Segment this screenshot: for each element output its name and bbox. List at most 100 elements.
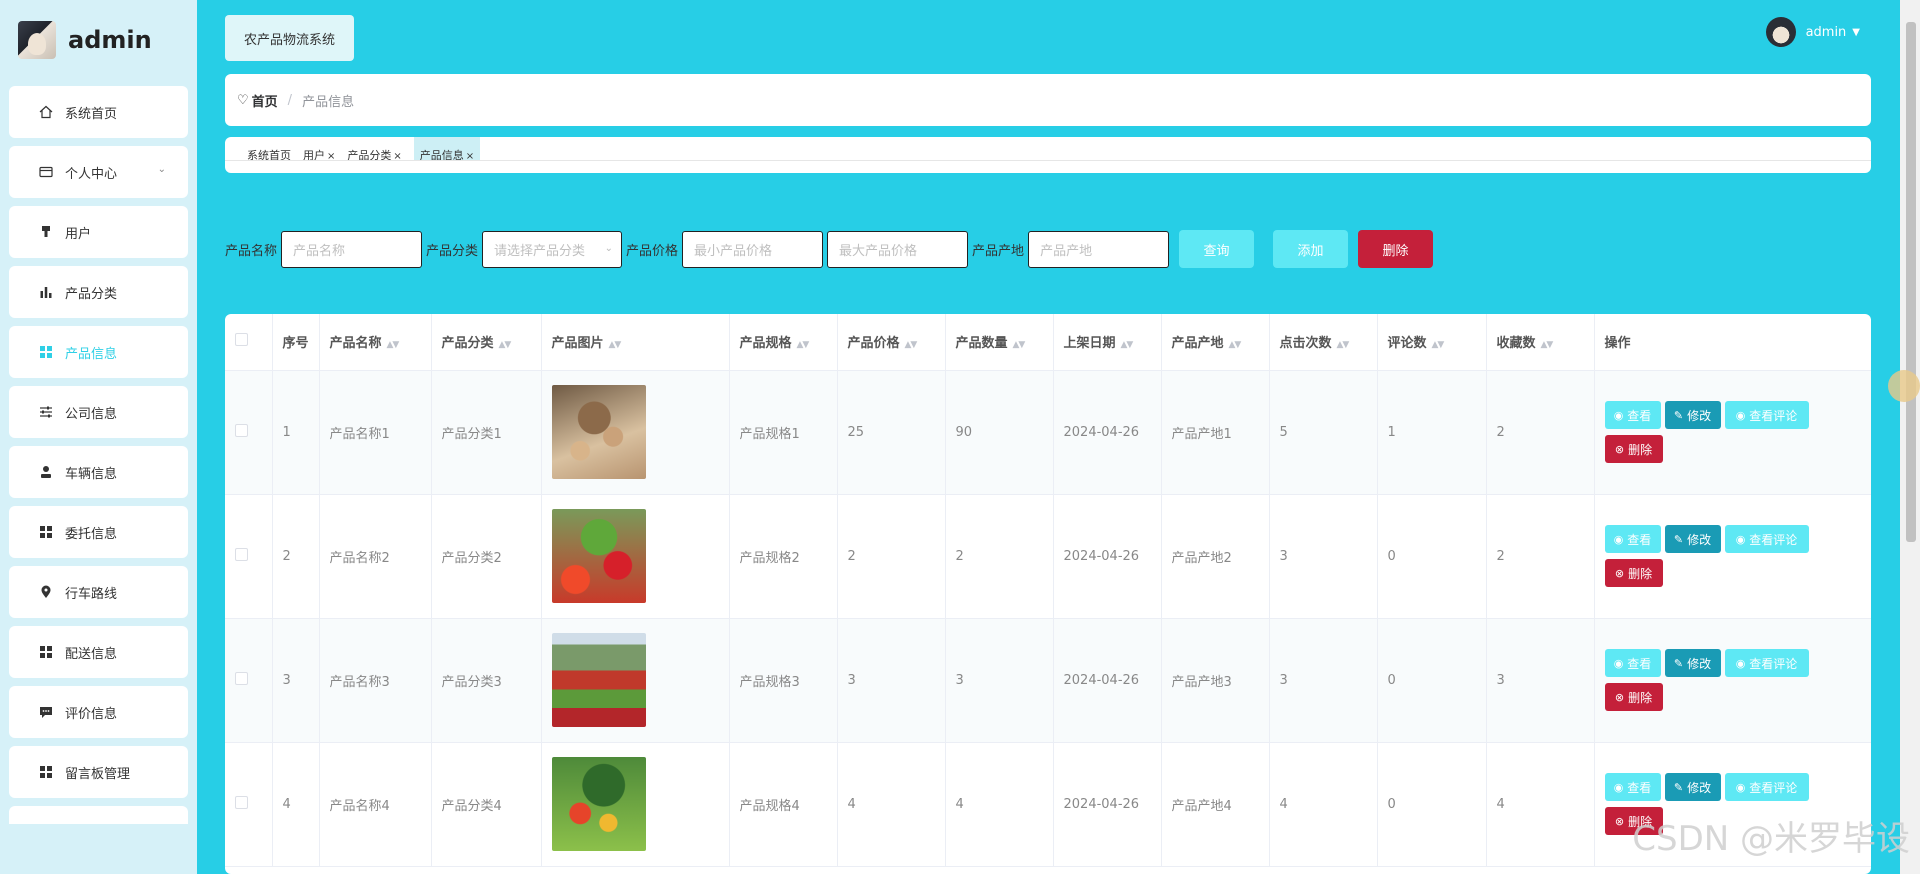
eye-icon: ◉	[1613, 656, 1624, 670]
origin-cell: 产品产地4	[1161, 742, 1270, 867]
sidebar-item-delivery-info[interactable]: 配送信息	[9, 626, 188, 678]
sidebar-item-product-category[interactable]: 产品分类	[9, 266, 188, 318]
delete-button[interactable]: ⊗ 删除	[1604, 683, 1663, 711]
view-comments-button[interactable]: ◉ 查看评论	[1724, 401, 1809, 429]
column-header[interactable]: 收藏数 ▲▼	[1486, 314, 1595, 371]
product-image[interactable]	[551, 633, 646, 727]
row-checkbox[interactable]	[235, 795, 248, 809]
spec-cell: 产品规格2	[729, 494, 838, 619]
edit-button[interactable]: ✎ 修改	[1664, 525, 1721, 553]
sort-icon[interactable]: ▲▼	[797, 340, 810, 350]
sort-icon[interactable]: ▲▼	[609, 340, 622, 350]
tag-user[interactable]: 用户 ×	[297, 137, 341, 161]
sidebar-item-home[interactable]: 系统首页	[9, 86, 188, 138]
page-scrollbar[interactable]	[1900, 0, 1920, 874]
placeholder: 产品产地	[1040, 243, 1093, 259]
view-comments-button[interactable]: ◉ 查看评论	[1724, 773, 1809, 801]
delete-button[interactable]: ⊗ 删除	[1604, 435, 1663, 463]
sort-icon[interactable]: ▲▼	[387, 340, 400, 350]
sidebar-item-product-info[interactable]: 产品信息	[9, 326, 188, 378]
query-button[interactable]: 查询	[1179, 230, 1255, 268]
delete-button[interactable]: ⊗ 删除	[1604, 559, 1663, 587]
breadcrumb: ♡ 首页 / 产品信息	[225, 74, 1871, 126]
sidebar-item-review-info[interactable]: 评价信息	[9, 686, 188, 738]
button-label: 修改	[1687, 780, 1712, 795]
sidebar-item-user[interactable]: 用户	[9, 206, 188, 258]
column-header[interactable]: 评论数 ▲▼	[1377, 314, 1487, 371]
quantity-cell: 90	[945, 370, 1054, 495]
product-image[interactable]	[551, 385, 646, 479]
table-row[interactable]: 1 产品名称1 产品分类1 产品规格1 25 90 2024-04-26 产品产地1 5 1 2 ◉ 查…	[225, 370, 1871, 495]
sort-icon[interactable]: ▲▼	[905, 340, 918, 350]
view-button[interactable]: ◉ 查看	[1604, 773, 1661, 801]
column-header[interactable]: 产品图片 ▲▼	[541, 314, 730, 371]
product-category-select[interactable]: 请选择产品分类 ⌄	[482, 230, 623, 268]
column-header[interactable]: 产品价格 ▲▼	[837, 314, 946, 371]
add-button[interactable]: 添加	[1273, 230, 1349, 268]
batch-delete-button[interactable]: 删除	[1358, 230, 1434, 268]
edit-button[interactable]: ✎ 修改	[1664, 401, 1721, 429]
view-button[interactable]: ◉ 查看	[1604, 525, 1661, 553]
product-price-label: 产品价格	[626, 243, 679, 259]
max-price-input[interactable]: 最大产品价格	[827, 230, 969, 268]
breadcrumb-home[interactable]: 首页	[252, 91, 278, 110]
view-comments-button[interactable]: ◉ 查看评论	[1724, 649, 1809, 677]
column-header[interactable]: 产品产地 ▲▼	[1161, 314, 1270, 371]
column-header[interactable]: 产品名称 ▲▼	[319, 314, 432, 371]
placeholder: 最大产品价格	[839, 243, 918, 259]
min-price-input[interactable]: 最小产品价格	[682, 230, 824, 268]
product-image[interactable]	[551, 509, 646, 603]
index-cell: 4	[272, 742, 320, 867]
sidebar-item-entrust-info[interactable]: 委托信息	[9, 506, 188, 558]
sort-icon[interactable]: ▲▼	[1432, 340, 1445, 350]
table-row[interactable]: 2 产品名称2 产品分类2 产品规格2 2 2 2024-04-26 产品产地2 3 0 2 ◉ 查看 ✎…	[225, 494, 1871, 619]
sidebar-item-label: 行车路线	[65, 586, 118, 602]
sidebar-item-personal-center[interactable]: 个人中心 ⌄	[9, 146, 188, 198]
sort-icon[interactable]: ▲▼	[1013, 340, 1026, 350]
tag-product-category[interactable]: 产品分类 ×	[341, 137, 407, 161]
tag-product-info[interactable]: 产品信息 ×	[413, 137, 481, 161]
sidebar-item-message-board[interactable]: 留言板管理	[9, 746, 188, 798]
edit-button[interactable]: ✎ 修改	[1664, 649, 1721, 677]
product-origin-input[interactable]: 产品产地	[1028, 230, 1170, 268]
spec-cell: 产品规格3	[729, 618, 838, 743]
delete-circle-icon: ⊗	[1614, 814, 1625, 828]
row-checkbox[interactable]	[235, 671, 248, 685]
column-header[interactable]: 点击次数 ▲▼	[1269, 314, 1378, 371]
sort-icon[interactable]: ▲▼	[1337, 340, 1350, 350]
view-comments-button[interactable]: ◉ 查看评论	[1724, 525, 1809, 553]
sort-icon[interactable]: ▲▼	[1121, 340, 1134, 350]
sort-icon[interactable]: ▲▼	[1541, 340, 1554, 350]
table-row[interactable]: 4 产品名称4 产品分类4 产品规格4 4 4 2024-04-26 产品产地4 4 0 4 ◉ 查看 ✎…	[225, 742, 1871, 867]
product-image[interactable]	[551, 757, 646, 851]
row-checkbox[interactable]	[235, 423, 248, 437]
sort-icon[interactable]: ▲▼	[499, 340, 512, 350]
column-header[interactable]: 产品分类 ▲▼	[431, 314, 542, 371]
column-header[interactable]: 产品数量 ▲▼	[945, 314, 1054, 371]
user-menu[interactable]: admin ▼	[1765, 17, 1860, 47]
tag-home[interactable]: 系统首页	[241, 137, 297, 161]
button-label: 删除	[1628, 442, 1653, 457]
quantity-cell: 4	[945, 742, 1054, 867]
select-all-checkbox[interactable]	[235, 333, 248, 347]
edit-button[interactable]: ✎ 修改	[1664, 773, 1721, 801]
sidebar-item-company-info[interactable]: 公司信息	[9, 386, 188, 438]
pencil-icon: ✎	[1673, 780, 1684, 794]
sidebar-item-vehicle-info[interactable]: 车辆信息	[9, 446, 188, 498]
column-header[interactable]: 上架日期 ▲▼	[1053, 314, 1162, 371]
sidebar-item-partial[interactable]	[9, 806, 188, 824]
row-checkbox[interactable]	[235, 547, 248, 561]
favorites-cell: 2	[1486, 370, 1595, 495]
view-button[interactable]: ◉ 查看	[1604, 649, 1661, 677]
button-label: 删除	[1628, 566, 1653, 581]
origin-cell: 产品产地2	[1161, 494, 1270, 619]
sidebar-item-driving-route[interactable]: 行车路线	[9, 566, 188, 618]
person-icon	[39, 465, 65, 479]
table-row[interactable]: 3 产品名称3 产品分类3 产品规格3 3 3 2024-04-26 产品产地3 3 0 3 ◉ 查看 ✎…	[225, 618, 1871, 743]
product-name-input[interactable]: 产品名称	[281, 230, 423, 268]
column-header[interactable]: 产品规格 ▲▼	[729, 314, 838, 371]
sort-icon[interactable]: ▲▼	[1229, 340, 1242, 350]
chevron-down-icon: ⌄	[604, 242, 614, 254]
scroll-thumb[interactable]	[1906, 22, 1916, 542]
view-button[interactable]: ◉ 查看	[1604, 401, 1661, 429]
